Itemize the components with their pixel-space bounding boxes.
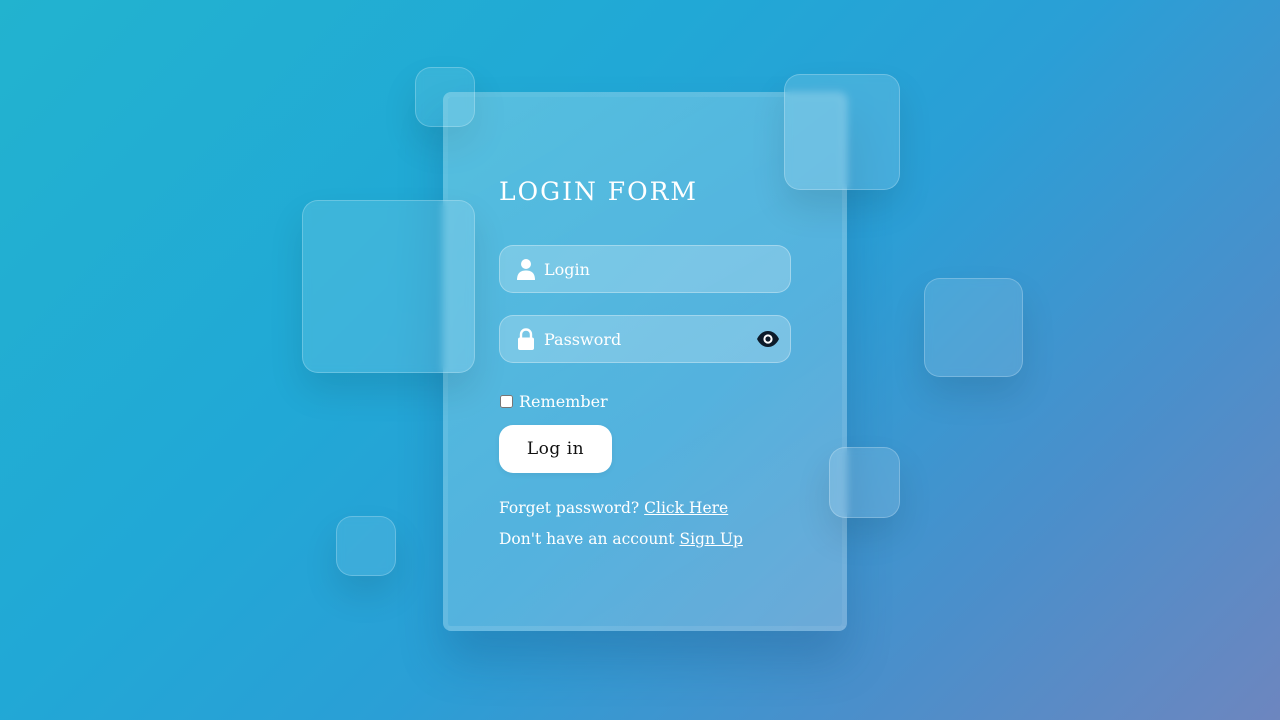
user-icon — [517, 259, 535, 280]
decorative-square — [924, 278, 1023, 377]
form-title: LOGIN FORM — [499, 177, 699, 206]
signup-text: Don't have an account — [499, 530, 675, 548]
click-here-link[interactable]: Click Here — [644, 499, 728, 517]
eye-icon[interactable] — [756, 329, 780, 349]
remember-label: Remember — [519, 392, 608, 411]
decorative-square — [784, 74, 900, 190]
password-input[interactable] — [544, 316, 744, 362]
decorative-square — [336, 516, 396, 576]
password-field[interactable] — [499, 315, 791, 363]
remember-checkbox-label[interactable]: Remember — [499, 392, 608, 411]
login-input[interactable] — [544, 246, 744, 292]
login-button[interactable]: Log in — [499, 425, 612, 473]
login-field[interactable] — [499, 245, 791, 293]
lock-icon — [518, 328, 534, 350]
signup-line: Don't have an account Sign Up — [499, 530, 743, 548]
decorative-square — [302, 200, 475, 373]
decorative-square — [829, 447, 900, 518]
forgot-password-line: Forget password? Click Here — [499, 499, 728, 517]
forgot-password-text: Forget password? — [499, 499, 640, 517]
remember-checkbox[interactable] — [500, 395, 513, 408]
sign-up-link[interactable]: Sign Up — [679, 530, 742, 548]
